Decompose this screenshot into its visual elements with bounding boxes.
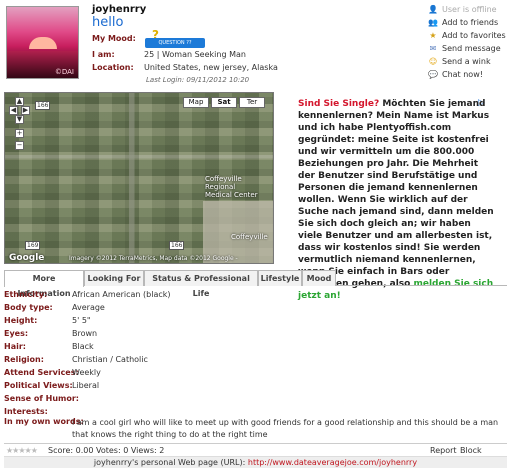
detail-label: Religion: [4,355,44,364]
envelope-icon: ✉ [429,44,437,53]
detail-label: Attend Services: [4,368,79,377]
tab-mood[interactable]: Mood [302,270,336,286]
pan-down-icon[interactable]: ▼ [15,115,24,124]
map-city-label-2: Coffeyville [231,233,268,241]
rating-stars[interactable]: ★★★★★ [6,446,38,455]
map-type-map-button[interactable]: Map [183,97,209,108]
action-label: Send a wink [442,57,491,66]
tab-status-professional[interactable]: Status & Professional Life [144,270,258,298]
map-copyright: Imagery ©2012 TerraMetrics, Map data ©20… [69,255,238,262]
avatar-watermark: ©DAI [54,68,74,76]
url-prefix: joyhenrry's personal Web page (URL): [93,458,248,467]
username: joyhenrry [92,4,147,15]
detail-label: Political Views: [4,381,73,390]
score-text: Score: 0.00 Votes: 0 Views: 2 [48,446,165,455]
detail-label: Body type: [4,303,53,312]
ad-title[interactable]: Sind Sie Single? [298,99,379,109]
avatar[interactable]: ©DAI [6,6,79,79]
detail-label: Ethnicity: [4,290,48,299]
road-shield: 166 [169,241,185,250]
detail-value: Average [72,303,105,312]
avatar-sun-shape [29,37,57,49]
detail-value: Black [72,342,94,351]
tab-more-information[interactable]: More Information [4,270,84,298]
detail-label: Eyes: [4,329,29,338]
rating-bar: ★★★★★ Score: 0.00 Votes: 0 Views: 2 Repo… [4,443,507,464]
wink-icon: ☺ [428,57,438,66]
mood-label: My Mood: [92,34,136,43]
road-shield: 169 [25,241,41,250]
detail-value: Liberal [72,381,100,390]
send-message-link[interactable]: ✉ Send message [424,42,510,55]
tagline: hello [92,15,124,30]
profile-actions-menu: 👤 User is offline 👥 Add to friends ★ Add… [424,3,510,81]
location-map[interactable]: ▲ ◀ ▶ ▼ + − Map Sat Ter Coffeyville Regi… [4,92,274,264]
location-label: Location: [92,63,134,72]
user-offline-icon: 👤 [428,5,438,14]
map-type-ter-button[interactable]: Ter [239,97,265,108]
action-label: Send message [442,44,501,53]
detail-label: Sense of Humor: [4,394,79,403]
ad-body: Möchten Sie jemand kennenlernen? Mein Na… [298,99,494,289]
detail-value: Weekly [72,368,101,377]
action-label: Add to friends [442,18,499,27]
road-shield: 166 [35,101,51,110]
personal-url-bar: joyhenrry's personal Web page (URL): htt… [4,456,507,468]
zoom-out-icon[interactable]: − [15,141,24,150]
action-label: Add to favorites [442,31,506,40]
iam-row: I am: 25 | Woman Seeking Man [92,50,422,62]
pan-right-icon[interactable]: ▶ [21,106,30,115]
detail-label: Interests: [4,407,48,416]
google-logo: Google [9,253,45,263]
detail-label: Height: [4,316,38,325]
send-wink-link[interactable]: ☺ Send a wink [424,55,510,68]
detail-value: i am a cool girl who will like to meet u… [72,418,499,439]
pan-up-icon[interactable]: ▲ [15,97,24,106]
last-login: Last Login: 09/11/2012 10:20 [146,76,250,84]
iam-value: 25 | Woman Seeking Man [144,50,246,59]
favorites-icon: ★ [429,31,437,40]
detail-value: African American (black) [72,290,171,299]
profile-tabs: More Information Looking For Status & Pr… [4,270,507,298]
detail-value: Christian / Catholic [72,355,148,364]
tab-looking-for[interactable]: Looking For [84,270,144,286]
chat-icon: 💬 [428,70,438,79]
action-label: Chat now! [442,70,483,79]
report-link[interactable]: Report [430,446,457,455]
pan-left-icon[interactable]: ◀ [9,106,18,115]
location-row: Location: United States, new jersey, Ala… [92,63,422,75]
action-label: User is offline [442,5,497,14]
location-value: United States, new jersey, Alaska [144,63,278,72]
map-city-label: Coffeyville Regional Medical Center [205,175,258,199]
detail-label: Hair: [4,342,26,351]
iam-label: I am: [92,50,115,59]
user-offline-status: 👤 User is offline [424,3,510,16]
add-to-friends-link[interactable]: 👥 Add to friends [424,16,510,29]
add-to-favorites-link[interactable]: ★ Add to favorites [424,29,510,42]
mood-button[interactable]: QUESTION ?? [145,38,205,48]
add-friend-icon: 👥 [428,18,438,27]
detail-value: 5' 5" [72,316,91,325]
mood-row: My Mood: [92,34,422,46]
map-type-sat-button[interactable]: Sat [211,97,237,108]
chat-now-link[interactable]: 💬 Chat now! [424,68,510,81]
zoom-in-icon[interactable]: + [15,129,24,138]
tab-lifestyle[interactable]: Lifestyle [258,270,302,286]
detail-value: Brown [72,329,98,338]
personal-url-link[interactable]: http://www.dateaveragejoe.com/joyhenrry [248,458,417,467]
